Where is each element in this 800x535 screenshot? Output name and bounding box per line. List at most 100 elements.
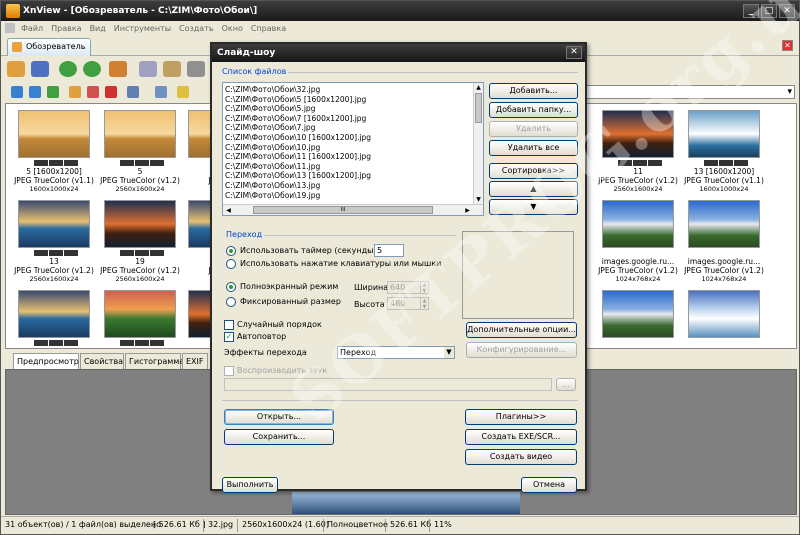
print-icon[interactable] — [187, 61, 205, 77]
thumbnail-item[interactable]: images.google.ru... JPEG TrueColor (v1.2… — [598, 196, 678, 283]
file-list-item[interactable]: C:\ZIM\Фото\Обои\11 [1600x1200].jpg — [225, 152, 371, 162]
remove-button[interactable]: Удалить — [489, 121, 578, 137]
browser-icon[interactable] — [7, 61, 25, 77]
tab-properties[interactable]: Свойства — [80, 353, 124, 369]
menu-file[interactable]: Файл — [17, 21, 47, 36]
timer-seconds-input[interactable]: 5 — [374, 244, 404, 257]
file-list-item[interactable]: C:\ZIM\Фото\Обои\5.jpg — [225, 104, 315, 114]
browse-sound-button[interactable]: ... — [556, 378, 576, 391]
random-order-checkbox[interactable] — [224, 320, 234, 330]
scrollbar-thumb[interactable]: III — [253, 206, 433, 214]
cancel-button[interactable]: Отмена — [521, 477, 577, 493]
add-button[interactable]: Добавить... — [489, 83, 578, 99]
plugins-button[interactable]: Плагины>> — [465, 409, 577, 425]
minimize-button[interactable]: _ — [743, 4, 759, 18]
up-arrow-icon[interactable] — [47, 86, 59, 98]
save-button[interactable]: Сохранить... — [224, 429, 334, 445]
use-timer-radio[interactable] — [226, 246, 236, 256]
menu-edit[interactable]: Правка — [47, 21, 85, 36]
move-up-button[interactable]: ▲ — [489, 181, 578, 197]
tab-histogram[interactable]: Гистограмма — [125, 353, 184, 369]
file-list-vertical-scrollbar[interactable]: ▲ ▼ — [473, 83, 483, 204]
sort-button[interactable]: Сортировка>> — [489, 163, 578, 179]
use-keyboard-radio[interactable] — [226, 259, 236, 269]
file-list-item[interactable]: C:\ZIM\Фото\Обои\7 [1600x1200].jpg — [225, 114, 366, 124]
scroll-right-arrow-icon[interactable]: ▶ — [463, 206, 472, 215]
fullscreen-radio[interactable] — [226, 282, 236, 292]
tab-exif[interactable]: EXIF — [182, 353, 208, 369]
tab-close-button[interactable]: ✕ — [782, 40, 793, 51]
open-folder-icon[interactable] — [109, 61, 127, 77]
menu-tools[interactable]: Инструменты — [110, 21, 175, 36]
file-list-item[interactable]: C:\ZIM\Фото\Обои\5 [1600x1200].jpg — [225, 95, 366, 105]
maximize-button[interactable]: □ — [761, 4, 777, 18]
thumbnail-item[interactable]: 11 JPEG TrueColor (v1.2) 2560x1600x24 — [598, 106, 678, 193]
window-menu-icon[interactable] — [5, 23, 15, 33]
file-list-horizontal-scrollbar[interactable]: ◀ III ▶ — [223, 204, 483, 215]
rename-icon[interactable] — [87, 86, 99, 98]
file-list-item[interactable]: C:\ZIM\Фото\Обои\13 [1600x1200].jpg — [225, 171, 371, 181]
back-arrow-icon[interactable] — [11, 86, 23, 98]
close-button[interactable]: ✕ — [779, 4, 795, 18]
width-spinner[interactable]: ▲ ▼ — [420, 281, 429, 294]
thumbnail-item[interactable] — [684, 286, 764, 348]
play-sound-checkbox[interactable] — [224, 366, 234, 376]
thumbnail-item[interactable]: 19 JPEG TrueColor (v1.2) 2560x1600x24 — [100, 196, 180, 283]
file-list-item[interactable]: C:\ZIM\Фото\Обои\13.jpg — [225, 181, 320, 191]
thumbnail-item[interactable]: images.google.ru... JPEG TrueColor (v1.2… — [684, 196, 764, 283]
file-list-item[interactable]: C:\ZIM\Фото\Обои\10 [1600x1200].jpg — [225, 133, 371, 143]
thumbnail-item[interactable]: 5 JPEG TrueColor (v1.2) 2560x1600x24 — [100, 106, 180, 193]
delete-icon[interactable] — [105, 86, 117, 98]
remove-all-button[interactable]: Удалить все — [489, 140, 578, 156]
refresh-icon[interactable] — [59, 61, 77, 77]
transition-effect-select[interactable]: Переход — [337, 346, 455, 359]
run-button[interactable]: Выполнить — [222, 477, 278, 493]
height-spinner[interactable]: ▲ ▼ — [420, 297, 429, 310]
tab-preview[interactable]: Предпросмотр — [13, 353, 79, 369]
fullscreen-icon[interactable] — [31, 61, 49, 77]
thumbnail-item[interactable] — [100, 286, 180, 348]
file-list-item[interactable]: C:\ZIM\Фото\Обои\11.jpg — [225, 162, 320, 172]
sort-icon[interactable] — [155, 86, 167, 98]
create-exe-button[interactable]: Создать EXE/SCR... — [465, 429, 577, 445]
menu-window[interactable]: Окно — [218, 21, 247, 36]
thumbnail-item[interactable] — [14, 286, 94, 348]
dialog-close-button[interactable]: ✕ — [566, 46, 582, 59]
height-input[interactable]: 480 — [387, 297, 421, 310]
file-list-item[interactable]: C:\ZIM\Фото\Обои\7.jpg — [225, 123, 315, 133]
more-options-button[interactable]: Дополнительные опции... — [466, 322, 577, 338]
tab-browser[interactable]: Обозреватель — [7, 38, 91, 56]
fixed-size-radio[interactable] — [226, 297, 236, 307]
thumbnail-item[interactable]: 5 [1600x1200] JPEG TrueColor (v1.1) 1600… — [14, 106, 94, 193]
create-video-button[interactable]: Создать видео — [465, 449, 577, 465]
sync-icon[interactable] — [83, 61, 101, 77]
sound-file-input[interactable] — [224, 378, 552, 391]
scroll-down-arrow-icon[interactable]: ▼ — [474, 195, 483, 204]
file-list-item[interactable]: C:\ZIM\Фото\Обои\19.jpg — [225, 191, 320, 201]
filter-icon[interactable] — [177, 86, 189, 98]
menu-view[interactable]: Вид — [86, 21, 110, 36]
scroll-up-arrow-icon[interactable]: ▲ — [474, 83, 483, 92]
chevron-down-icon[interactable]: ▼ — [444, 347, 454, 358]
autorepeat-checkbox[interactable]: ✓ — [224, 332, 234, 342]
forward-arrow-icon[interactable] — [29, 86, 41, 98]
open-button[interactable]: Открыть... — [224, 409, 334, 425]
file-list-item[interactable]: C:\ZIM\Фото\Обои\10.jpg — [225, 143, 320, 153]
move-down-button[interactable]: ▼ — [489, 199, 578, 215]
path-dropdown[interactable] — [585, 85, 795, 99]
copy-icon[interactable] — [139, 61, 157, 77]
thumbnail-item[interactable]: 13 JPEG TrueColor (v1.2) 2560x1600x24 — [14, 196, 94, 283]
scroll-left-arrow-icon[interactable]: ◀ — [224, 206, 233, 215]
view-mode-icon[interactable] — [127, 86, 139, 98]
file-list-item[interactable]: C:\ZIM\Фото\Обои\32.jpg — [225, 85, 320, 95]
configure-button[interactable]: Конфигурирование... — [466, 342, 577, 358]
convert-icon[interactable] — [163, 61, 181, 77]
menu-create[interactable]: Создать — [175, 21, 218, 36]
add-folder-button[interactable]: Добавить папку... — [489, 102, 578, 118]
file-list[interactable]: C:\ZIM\Фото\Обои\32.jpg C:\ZIM\Фото\Обои… — [222, 82, 484, 216]
thumbnail-item[interactable] — [598, 286, 678, 348]
thumbnail-item[interactable]: 13 [1600x1200] JPEG TrueColor (v1.1) 160… — [684, 106, 764, 193]
new-folder-icon[interactable] — [69, 86, 81, 98]
width-input[interactable]: 640 — [387, 281, 421, 294]
menu-help[interactable]: Справка — [247, 21, 290, 36]
